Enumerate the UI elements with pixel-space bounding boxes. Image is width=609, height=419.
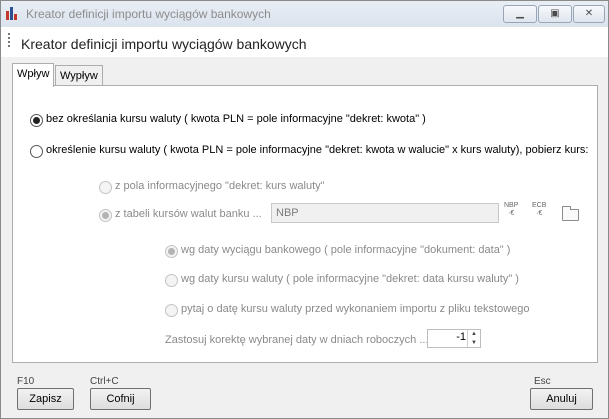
spin-buttons[interactable]: ▲ ▼ (467, 330, 480, 347)
radio-with-rate[interactable] (30, 145, 43, 158)
radio-ask-date[interactable] (165, 304, 178, 317)
correction-value: -1 (456, 331, 466, 343)
main-window: Kreator definicji importu wyciągów banko… (0, 0, 609, 419)
undo-button[interactable]: Cofnij (90, 388, 151, 410)
radio-by-rate-date[interactable] (165, 274, 178, 287)
app-icon (6, 6, 20, 20)
minimize-button[interactable]: ▁ (503, 5, 537, 23)
correction-label: Zastosuj korektę wybranej daty w dniach … (165, 334, 429, 346)
bank-field[interactable]: NBP (271, 203, 499, 223)
cancel-shortcut: Esc (534, 376, 551, 387)
radio-no-rate-label[interactable]: bez określania kursu waluty ( kwota PLN … (46, 113, 426, 125)
cancel-button[interactable]: Anuluj (530, 388, 593, 410)
radio-by-statement-date[interactable] (165, 245, 178, 258)
window-title: Kreator definicji importu wyciągów banko… (26, 7, 271, 21)
correction-stepper[interactable]: -1 ▲ ▼ (427, 329, 481, 348)
minimize-icon: ▁ (516, 8, 524, 19)
tab-wplyw[interactable]: Wpływ (12, 63, 55, 87)
radio-from-table[interactable] (99, 209, 112, 222)
spin-down-icon[interactable]: ▼ (468, 339, 480, 348)
undo-shortcut: Ctrl+C (90, 376, 119, 387)
radio-from-field-label[interactable]: z pola informacyjnego "dekret: kurs walu… (115, 180, 325, 192)
title-bar: Kreator definicji importu wyciągów banko… (1, 1, 608, 27)
grip-icon (8, 33, 11, 49)
nbp-rate-icon[interactable]: NBP ·€ (504, 202, 518, 218)
maximize-icon: ▣ (550, 8, 560, 19)
close-button[interactable]: ✕ (573, 5, 605, 23)
save-shortcut: F10 (17, 376, 35, 387)
spin-up-icon[interactable]: ▲ (468, 330, 480, 339)
radio-by-statement-date-label[interactable]: wg daty wyciągu bankowego ( pole informa… (181, 244, 510, 256)
save-button[interactable]: Zapisz (17, 388, 74, 410)
radio-no-rate[interactable] (30, 114, 43, 127)
page-title: Kreator definicji importu wyciągów banko… (21, 36, 307, 52)
radio-from-table-label[interactable]: z tabeli kursów walut banku ... (115, 208, 262, 220)
tab-wyplyw[interactable]: Wypływ (55, 65, 103, 86)
tab-panel: bez określania kursu waluty ( kwota PLN … (12, 85, 598, 363)
radio-by-rate-date-label[interactable]: wg daty kursu waluty ( pole informacyjne… (181, 273, 519, 285)
wizard-header: Kreator definicji importu wyciągów banko… (1, 27, 608, 57)
maximize-button[interactable]: ▣ (538, 5, 572, 23)
radio-ask-date-label[interactable]: pytaj o datę kursu waluty przed wykonani… (181, 303, 530, 315)
radio-with-rate-label[interactable]: określenie kursu waluty ( kwota PLN = po… (46, 144, 588, 156)
radio-from-field[interactable] (99, 181, 112, 194)
close-icon: ✕ (584, 8, 594, 19)
folder-icon[interactable] (562, 206, 579, 221)
ecb-rate-icon[interactable]: ECB ·€ (532, 202, 546, 218)
